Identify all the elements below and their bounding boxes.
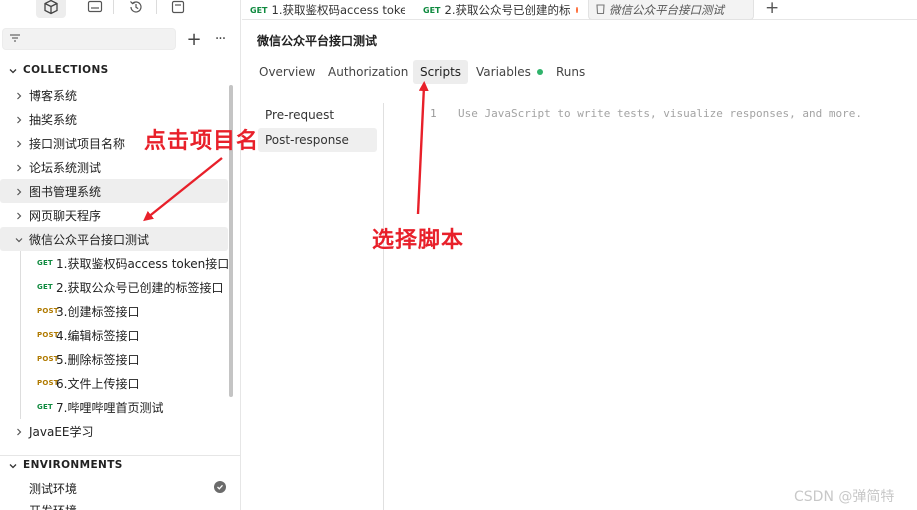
collection-label: 网页聊天程序: [29, 209, 102, 223]
tab-runs[interactable]: Runs: [549, 60, 592, 84]
request-tab[interactable]: GET 1.获取鉴权码access token: [250, 0, 405, 20]
more-options-icon[interactable]: ···: [212, 28, 228, 50]
toolbar-divider: [113, 0, 114, 14]
collection-item[interactable]: JavaEE学习: [0, 419, 228, 443]
tab-authorization[interactable]: Authorization: [321, 60, 415, 84]
collection-tab-icon: [595, 3, 606, 18]
sidebar: + ··· COLLECTIONS 博客系统 抽奖系统 接口测试项目名称 论坛系…: [0, 0, 241, 510]
request-label: 5.删除标签接口: [56, 353, 140, 367]
request-method: GET: [37, 259, 53, 267]
request-item[interactable]: POST 6.文件上传接口: [0, 371, 228, 395]
collection-label: 博客系统: [29, 89, 78, 103]
collection-item-selected[interactable]: 微信公众平台接口测试: [0, 227, 228, 251]
request-tabbar: GET 1.获取鉴权码access token GET 2.获取公众号已创建的标…: [242, 0, 917, 20]
request-item[interactable]: GET 2.获取公众号已创建的标签接口: [0, 275, 228, 299]
collection-item[interactable]: 博客系统: [0, 83, 228, 107]
collection-item[interactable]: 图书管理系统: [0, 179, 228, 203]
annotation-choose-script: 选择脚本: [372, 228, 465, 253]
environment-label: 开发环境: [29, 502, 77, 510]
collections-title: COLLECTIONS: [23, 64, 109, 76]
environments-header[interactable]: ENVIRONMENTS: [0, 455, 240, 475]
request-tab-active[interactable]: 微信公众平台接口测试: [588, 0, 754, 20]
script-editor[interactable]: Use JavaScript to write tests, visualize…: [458, 107, 862, 120]
toolbar-divider: [156, 0, 157, 14]
variables-status-dot: [536, 69, 543, 75]
new-file-icon[interactable]: [163, 0, 193, 18]
collections-icon[interactable]: [36, 0, 66, 18]
request-method: GET: [37, 403, 53, 411]
line-number: 1: [430, 107, 437, 120]
collection-item[interactable]: 论坛系统测试: [0, 155, 228, 179]
collection-label: 接口测试项目名称: [29, 137, 126, 151]
collection-label: 论坛系统测试: [29, 161, 102, 175]
filter-row: + ···: [0, 28, 240, 50]
check-circle-icon: [214, 481, 226, 493]
chevron-right-icon: [14, 162, 24, 176]
tab-label: 微信公众平台接口测试: [609, 2, 724, 17]
collections-header[interactable]: COLLECTIONS: [0, 61, 240, 81]
request-label: 4.编辑标签接口: [56, 329, 140, 343]
environments-icon[interactable]: [80, 0, 110, 18]
request-label: 6.文件上传接口: [56, 377, 140, 391]
chevron-down-icon: [8, 460, 18, 474]
sidebar-toolbar: [0, 0, 240, 20]
tab-method: GET: [250, 5, 268, 15]
request-label: 3.创建标签接口: [56, 305, 140, 319]
environment-item[interactable]: 测试环境: [0, 476, 228, 500]
request-item[interactable]: POST 4.编辑标签接口: [0, 323, 228, 347]
request-item[interactable]: POST 5.删除标签接口: [0, 347, 228, 371]
editor-divider: [383, 103, 384, 510]
filter-input[interactable]: [2, 28, 176, 50]
collection-label: 抽奖系统: [29, 113, 78, 127]
tab-overview[interactable]: Overview: [252, 60, 323, 84]
collection-label: 微信公众平台接口测试: [29, 233, 150, 247]
environment-item[interactable]: 开发环境: [0, 498, 228, 510]
collection-label: 图书管理系统: [29, 185, 102, 199]
collection-label: JavaEE学习: [29, 425, 94, 439]
environment-label: 测试环境: [29, 482, 78, 496]
collection-item[interactable]: 网页聊天程序: [0, 203, 228, 227]
request-label: 7.哔哩哔哩首页测试: [56, 401, 164, 415]
request-label: 2.获取公众号已创建的标签接口: [56, 281, 224, 295]
tab-variables-label: Variables: [476, 65, 531, 79]
tab-variables[interactable]: Variables: [469, 60, 550, 84]
add-collection-icon[interactable]: +: [186, 28, 202, 50]
new-tab-icon[interactable]: +: [765, 0, 779, 18]
filter-icon: [9, 32, 21, 47]
chevron-right-icon: [14, 186, 24, 200]
tab-scripts[interactable]: Scripts: [413, 60, 469, 84]
chevron-right-icon: [14, 426, 24, 440]
chevron-down-icon: [14, 234, 24, 248]
chevron-right-icon: [14, 210, 24, 224]
request-item[interactable]: GET 1.获取鉴权码access token接口: [0, 251, 230, 275]
script-post-response[interactable]: Post-response: [258, 128, 377, 152]
chevron-down-icon: [8, 65, 18, 79]
annotation-click-project: 点击项目名: [144, 129, 260, 154]
page-title: 微信公众平台接口测试: [257, 34, 378, 48]
request-item[interactable]: POST 3.创建标签接口: [0, 299, 228, 323]
request-item[interactable]: GET 7.哔哩哔哩首页测试: [0, 395, 228, 419]
chevron-right-icon: [14, 114, 24, 128]
history-icon[interactable]: [121, 0, 151, 18]
tab-label: 1.获取鉴权码access token: [271, 3, 406, 17]
tab-label: 2.获取公众号已创建的标: [444, 3, 571, 17]
request-tab[interactable]: GET 2.获取公众号已创建的标: [423, 0, 578, 20]
arrow-to-scripts: [416, 81, 429, 215]
unsaved-dot: [576, 7, 578, 13]
chevron-right-icon: [14, 90, 24, 104]
script-pre-request[interactable]: Pre-request: [258, 103, 377, 127]
chevron-right-icon: [14, 138, 24, 152]
request-label: 1.获取鉴权码access token接口: [56, 257, 230, 271]
environments-title: ENVIRONMENTS: [23, 459, 123, 471]
watermark: CSDN @弹简特: [794, 489, 895, 505]
request-method: GET: [37, 283, 53, 291]
tab-method: GET: [423, 5, 441, 15]
